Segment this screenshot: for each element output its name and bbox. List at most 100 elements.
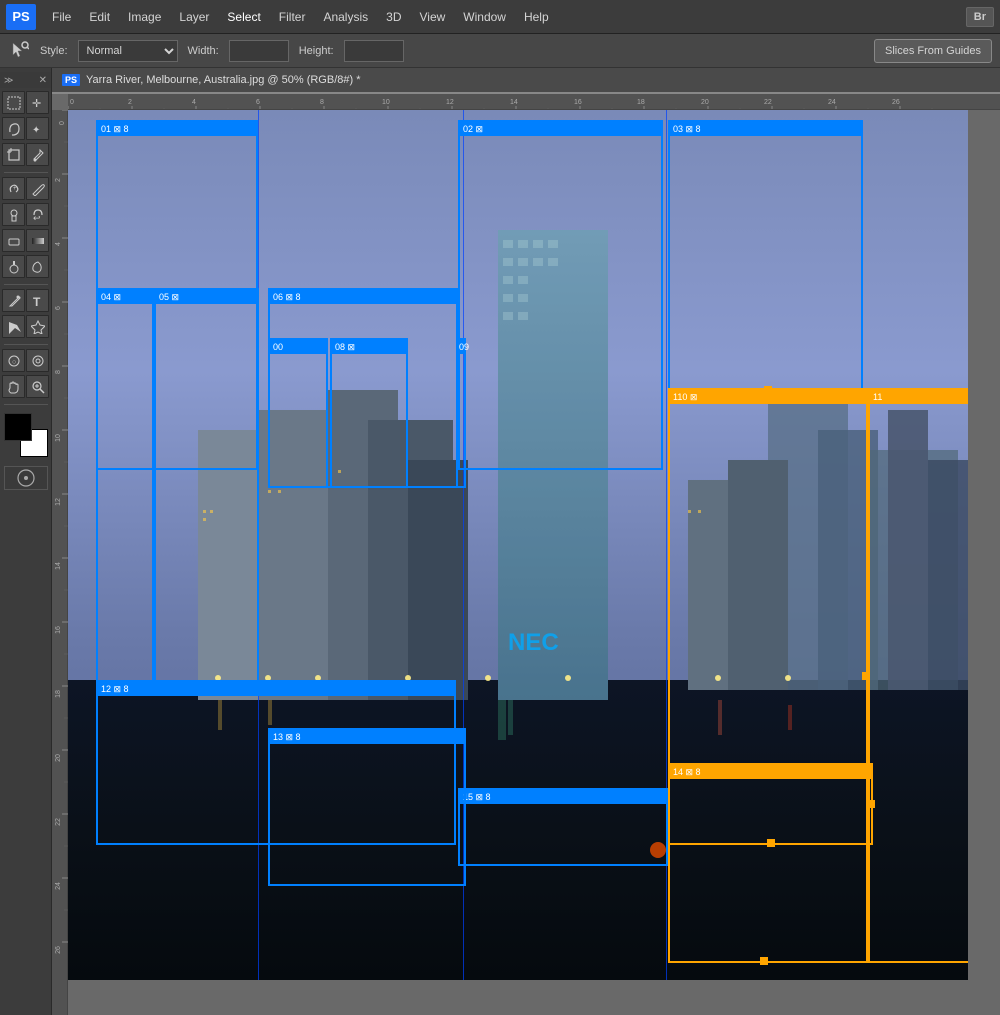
height-input[interactable] (344, 40, 404, 62)
slice-09[interactable]: 09 (456, 338, 466, 488)
slice-07-label: 00 (270, 340, 326, 354)
svg-text:20: 20 (55, 754, 62, 762)
menu-analysis[interactable]: Analysis (315, 6, 376, 28)
svg-text:14: 14 (510, 99, 518, 106)
toolbox-close[interactable]: ✕ (39, 75, 47, 86)
toolbox: ≫ ✕ ✛ ✦ (0, 68, 52, 1015)
menu-image[interactable]: Image (120, 6, 169, 28)
slice-04-label: 04 ⊠ (98, 290, 152, 304)
slice-03[interactable]: 03 ⊠ 8 (668, 120, 863, 400)
menu-file[interactable]: File (44, 6, 79, 28)
slice-05[interactable]: 05 ⊠ (154, 288, 259, 688)
separator-1 (4, 172, 48, 173)
slice-13[interactable]: 13 ⊠ 8 (268, 728, 466, 886)
slice-09-label: 09 (458, 340, 464, 354)
svg-text:6: 6 (256, 99, 260, 106)
foreground-color-swatch[interactable] (4, 413, 32, 441)
menu-select[interactable]: Select (219, 6, 268, 28)
document-title: Yarra River, Melbourne, Australia.jpg @ … (86, 74, 360, 86)
menu-layer[interactable]: Layer (171, 6, 217, 28)
slice-14[interactable]: 14 ⊠ 8 (668, 763, 873, 845)
slice-02[interactable]: 02 ⊠ (458, 120, 663, 470)
history-brush-tool[interactable]: ↩ (26, 203, 49, 226)
eyedropper2-tool[interactable] (26, 349, 49, 372)
bridge-button[interactable]: Br (966, 7, 994, 27)
slice-04[interactable]: 04 ⊠ (96, 288, 154, 688)
gradient-tool[interactable] (26, 229, 49, 252)
svg-text:0: 0 (59, 121, 66, 125)
tool-cursor-icon (8, 40, 30, 62)
canvas-scroll[interactable]: NEC (68, 110, 1000, 1015)
pen-tool[interactable] (2, 289, 25, 312)
slice-07[interactable]: 00 (268, 338, 328, 488)
slice-14-handle[interactable] (767, 839, 775, 847)
stamp-tools: ↩ (2, 203, 49, 226)
svg-text:2: 2 (128, 99, 132, 106)
menu-window[interactable]: Window (455, 6, 514, 28)
svg-text:10: 10 (382, 99, 390, 106)
eyedropper-tool[interactable] (26, 143, 49, 166)
collapse-arrows[interactable]: ≫ (4, 75, 13, 86)
slice-10-handle-top[interactable] (764, 386, 772, 394)
screen-mode-button[interactable] (4, 466, 48, 490)
menu-edit[interactable]: Edit (81, 6, 118, 28)
menu-3d[interactable]: 3D (378, 6, 409, 28)
healing-brush-tool[interactable]: + (2, 177, 25, 200)
slice-08[interactable]: 08 ⊠ (330, 338, 408, 488)
svg-text:16: 16 (55, 626, 62, 634)
main-area: ≫ ✕ ✛ ✦ (0, 68, 1000, 1015)
zoom-tool[interactable] (26, 375, 49, 398)
select-tools: ✛ (2, 91, 49, 114)
slice-05-label: 05 ⊠ (156, 290, 257, 304)
svg-text:✛: ✛ (32, 98, 41, 110)
menu-filter[interactable]: Filter (271, 6, 314, 28)
eraser-tools (2, 229, 49, 252)
blur-tool[interactable] (26, 255, 49, 278)
style-select[interactable]: Normal Fixed Ratio Fixed Size (78, 40, 178, 62)
svg-text:24: 24 (828, 99, 836, 106)
clone-stamp-tool[interactable] (2, 203, 25, 226)
hand-tool[interactable] (2, 375, 25, 398)
brush-tool[interactable] (26, 177, 49, 200)
slice-10[interactable]: 110 ⊠ (668, 388, 868, 963)
menu-view[interactable]: View (411, 6, 453, 28)
svg-text:6: 6 (55, 306, 62, 310)
eraser-tool[interactable] (2, 229, 25, 252)
menu-help[interactable]: Help (516, 6, 557, 28)
ruler-left-wrapper: 0 2 4 6 8 10 12 14 (52, 110, 1000, 1015)
path-selection-tool[interactable] (2, 315, 25, 338)
notes-tool[interactable]: ○ (2, 349, 25, 372)
slice-13-label: 13 ⊠ 8 (270, 730, 464, 744)
slice-10-handle-bottom[interactable] (760, 957, 768, 965)
width-input[interactable] (229, 40, 289, 62)
svg-text:22: 22 (764, 99, 772, 106)
ruler-top: 0 2 4 6 8 10 12 14 16 (68, 94, 1000, 110)
crop-tool[interactable] (2, 143, 25, 166)
move-tool[interactable]: ✛ (26, 91, 49, 114)
slice-08-label: 08 ⊠ (332, 340, 406, 354)
slice-03-label: 03 ⊠ 8 (670, 122, 861, 136)
svg-text:24: 24 (55, 882, 62, 890)
path-tools (2, 315, 49, 338)
lasso-tool[interactable] (2, 117, 25, 140)
dodge-tools (2, 255, 49, 278)
svg-text:T: T (33, 295, 41, 308)
svg-text:16: 16 (574, 99, 582, 106)
slices-from-guides-button[interactable]: Slices From Guides (874, 39, 992, 63)
svg-text:+: + (13, 186, 17, 192)
svg-text:8: 8 (320, 99, 324, 106)
document-tab: PS Yarra River, Melbourne, Australia.jpg… (52, 68, 1000, 94)
canvas-container: PS Yarra River, Melbourne, Australia.jpg… (52, 68, 1000, 1015)
rectangular-marquee-tool[interactable] (2, 91, 25, 114)
slice-15[interactable]: 15 ⊠ 8 (458, 788, 668, 866)
svg-text:0: 0 (70, 99, 74, 106)
ruler-left: 0 2 4 6 8 10 12 14 (52, 110, 68, 1015)
dodge-tool[interactable] (2, 255, 25, 278)
slice-14-handle-r[interactable] (867, 800, 875, 808)
slice-11[interactable]: 11 (868, 388, 968, 963)
shape-tool[interactable] (26, 315, 49, 338)
type-tool[interactable]: T (26, 289, 49, 312)
healing-tools: + (2, 177, 49, 200)
magic-wand-tool[interactable]: ✦ (26, 117, 49, 140)
lasso-tools: ✦ (2, 117, 49, 140)
